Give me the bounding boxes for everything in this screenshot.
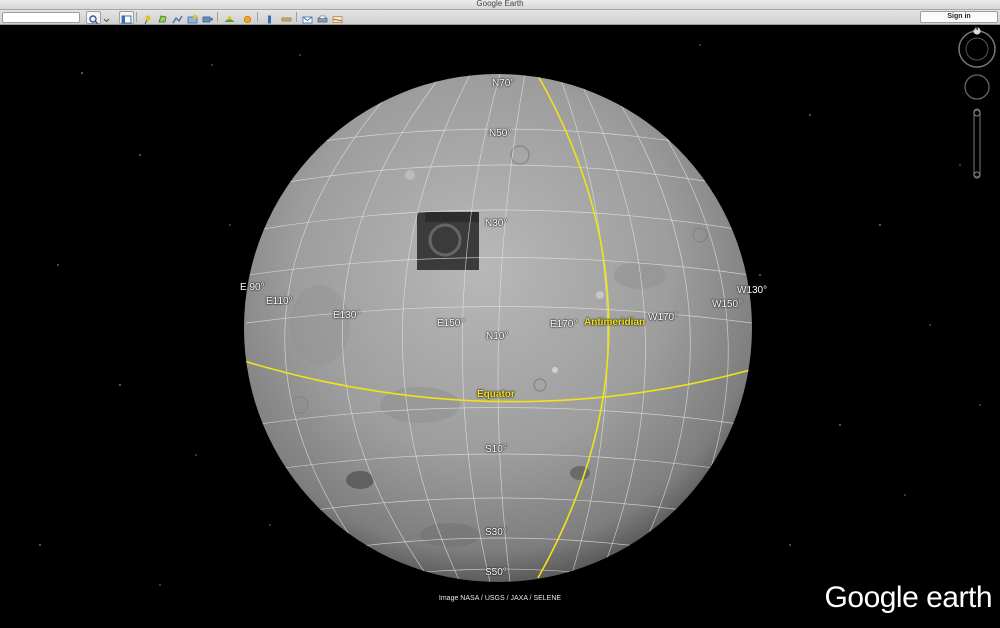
longitude-label: W170° bbox=[648, 312, 679, 323]
longitude-label: W130° bbox=[737, 285, 768, 296]
longitude-label: E130° bbox=[333, 310, 361, 321]
envelope-icon bbox=[302, 16, 313, 24]
latitude-label: S30° bbox=[485, 527, 507, 538]
add-polygon-button[interactable] bbox=[155, 11, 170, 24]
window-title: Google Earth bbox=[476, 0, 524, 8]
planet-icon bbox=[268, 15, 271, 24]
add-image-overlay-button[interactable] bbox=[185, 11, 200, 24]
zoom-in-icon[interactable] bbox=[973, 109, 981, 117]
email-button[interactable] bbox=[300, 11, 315, 24]
longitude-label: E 90° bbox=[240, 282, 265, 293]
window-title-bar: Google Earth bbox=[0, 0, 1000, 10]
add-path-button[interactable] bbox=[170, 11, 185, 24]
sun-icon bbox=[243, 15, 252, 24]
equator-label: Equator bbox=[477, 389, 515, 400]
compass-north-label: N bbox=[974, 26, 979, 32]
navigation-controls[interactable] bbox=[958, 27, 996, 179]
latitude-label: S10° bbox=[485, 444, 507, 455]
add-placemark-button[interactable] bbox=[140, 11, 155, 25]
sidebar-icon bbox=[121, 15, 132, 24]
record-tour-button[interactable] bbox=[200, 11, 215, 24]
longitude-label: E170° bbox=[550, 319, 578, 330]
latitude-label: S50° bbox=[485, 567, 507, 578]
look-joystick[interactable] bbox=[965, 37, 989, 61]
latitude-label: N10° bbox=[486, 331, 509, 342]
toolbar-divider bbox=[296, 12, 297, 22]
longitude-label: W150° bbox=[712, 299, 743, 310]
sunlight-button[interactable] bbox=[240, 11, 255, 24]
pushpin-icon bbox=[144, 15, 151, 25]
toolbar-divider bbox=[257, 12, 258, 22]
tour-camera-icon bbox=[202, 16, 213, 23]
search-button[interactable] bbox=[86, 11, 101, 24]
latitude-label: N70° bbox=[492, 78, 515, 89]
zoom-slider[interactable] bbox=[973, 108, 981, 178]
toolbar-divider bbox=[217, 12, 218, 22]
antimeridian-label: Antimeridian bbox=[584, 317, 646, 328]
historical-imagery-button[interactable] bbox=[222, 11, 237, 24]
printer-icon bbox=[317, 15, 328, 23]
print-button[interactable] bbox=[315, 11, 330, 24]
polygon-icon bbox=[158, 15, 167, 23]
latitude-label: N50° bbox=[489, 128, 512, 139]
toggle-sidebar-button[interactable] bbox=[119, 11, 134, 24]
search-input[interactable] bbox=[2, 12, 80, 23]
ruler-icon bbox=[281, 17, 292, 22]
toolbar-divider bbox=[136, 12, 137, 22]
look-control-ring[interactable] bbox=[958, 30, 996, 68]
google-earth-logo: Google earth bbox=[824, 581, 993, 614]
chevron-down-icon bbox=[103, 18, 110, 23]
longitude-label: E150° bbox=[437, 318, 465, 329]
image-overlay-icon bbox=[187, 15, 198, 24]
toolbar: Sign in bbox=[0, 10, 1000, 25]
map-icon bbox=[332, 16, 343, 23]
path-icon bbox=[172, 15, 183, 24]
magnifier-icon bbox=[89, 15, 98, 24]
clock-icon bbox=[224, 16, 235, 22]
longitude-label: E110° bbox=[266, 296, 293, 307]
view-in-maps-button[interactable] bbox=[330, 11, 345, 24]
search-options-dropdown[interactable] bbox=[101, 11, 112, 24]
ruler-button[interactable] bbox=[279, 11, 294, 24]
move-control-ring[interactable] bbox=[964, 74, 990, 100]
sign-in-button[interactable]: Sign in bbox=[920, 11, 998, 23]
latitude-label: N30° bbox=[485, 218, 508, 229]
globe-viewport[interactable]: N N70° N50° N30° N10° S10° S30° S50° E 9… bbox=[0, 25, 1000, 628]
switch-planet-button[interactable] bbox=[262, 11, 277, 24]
